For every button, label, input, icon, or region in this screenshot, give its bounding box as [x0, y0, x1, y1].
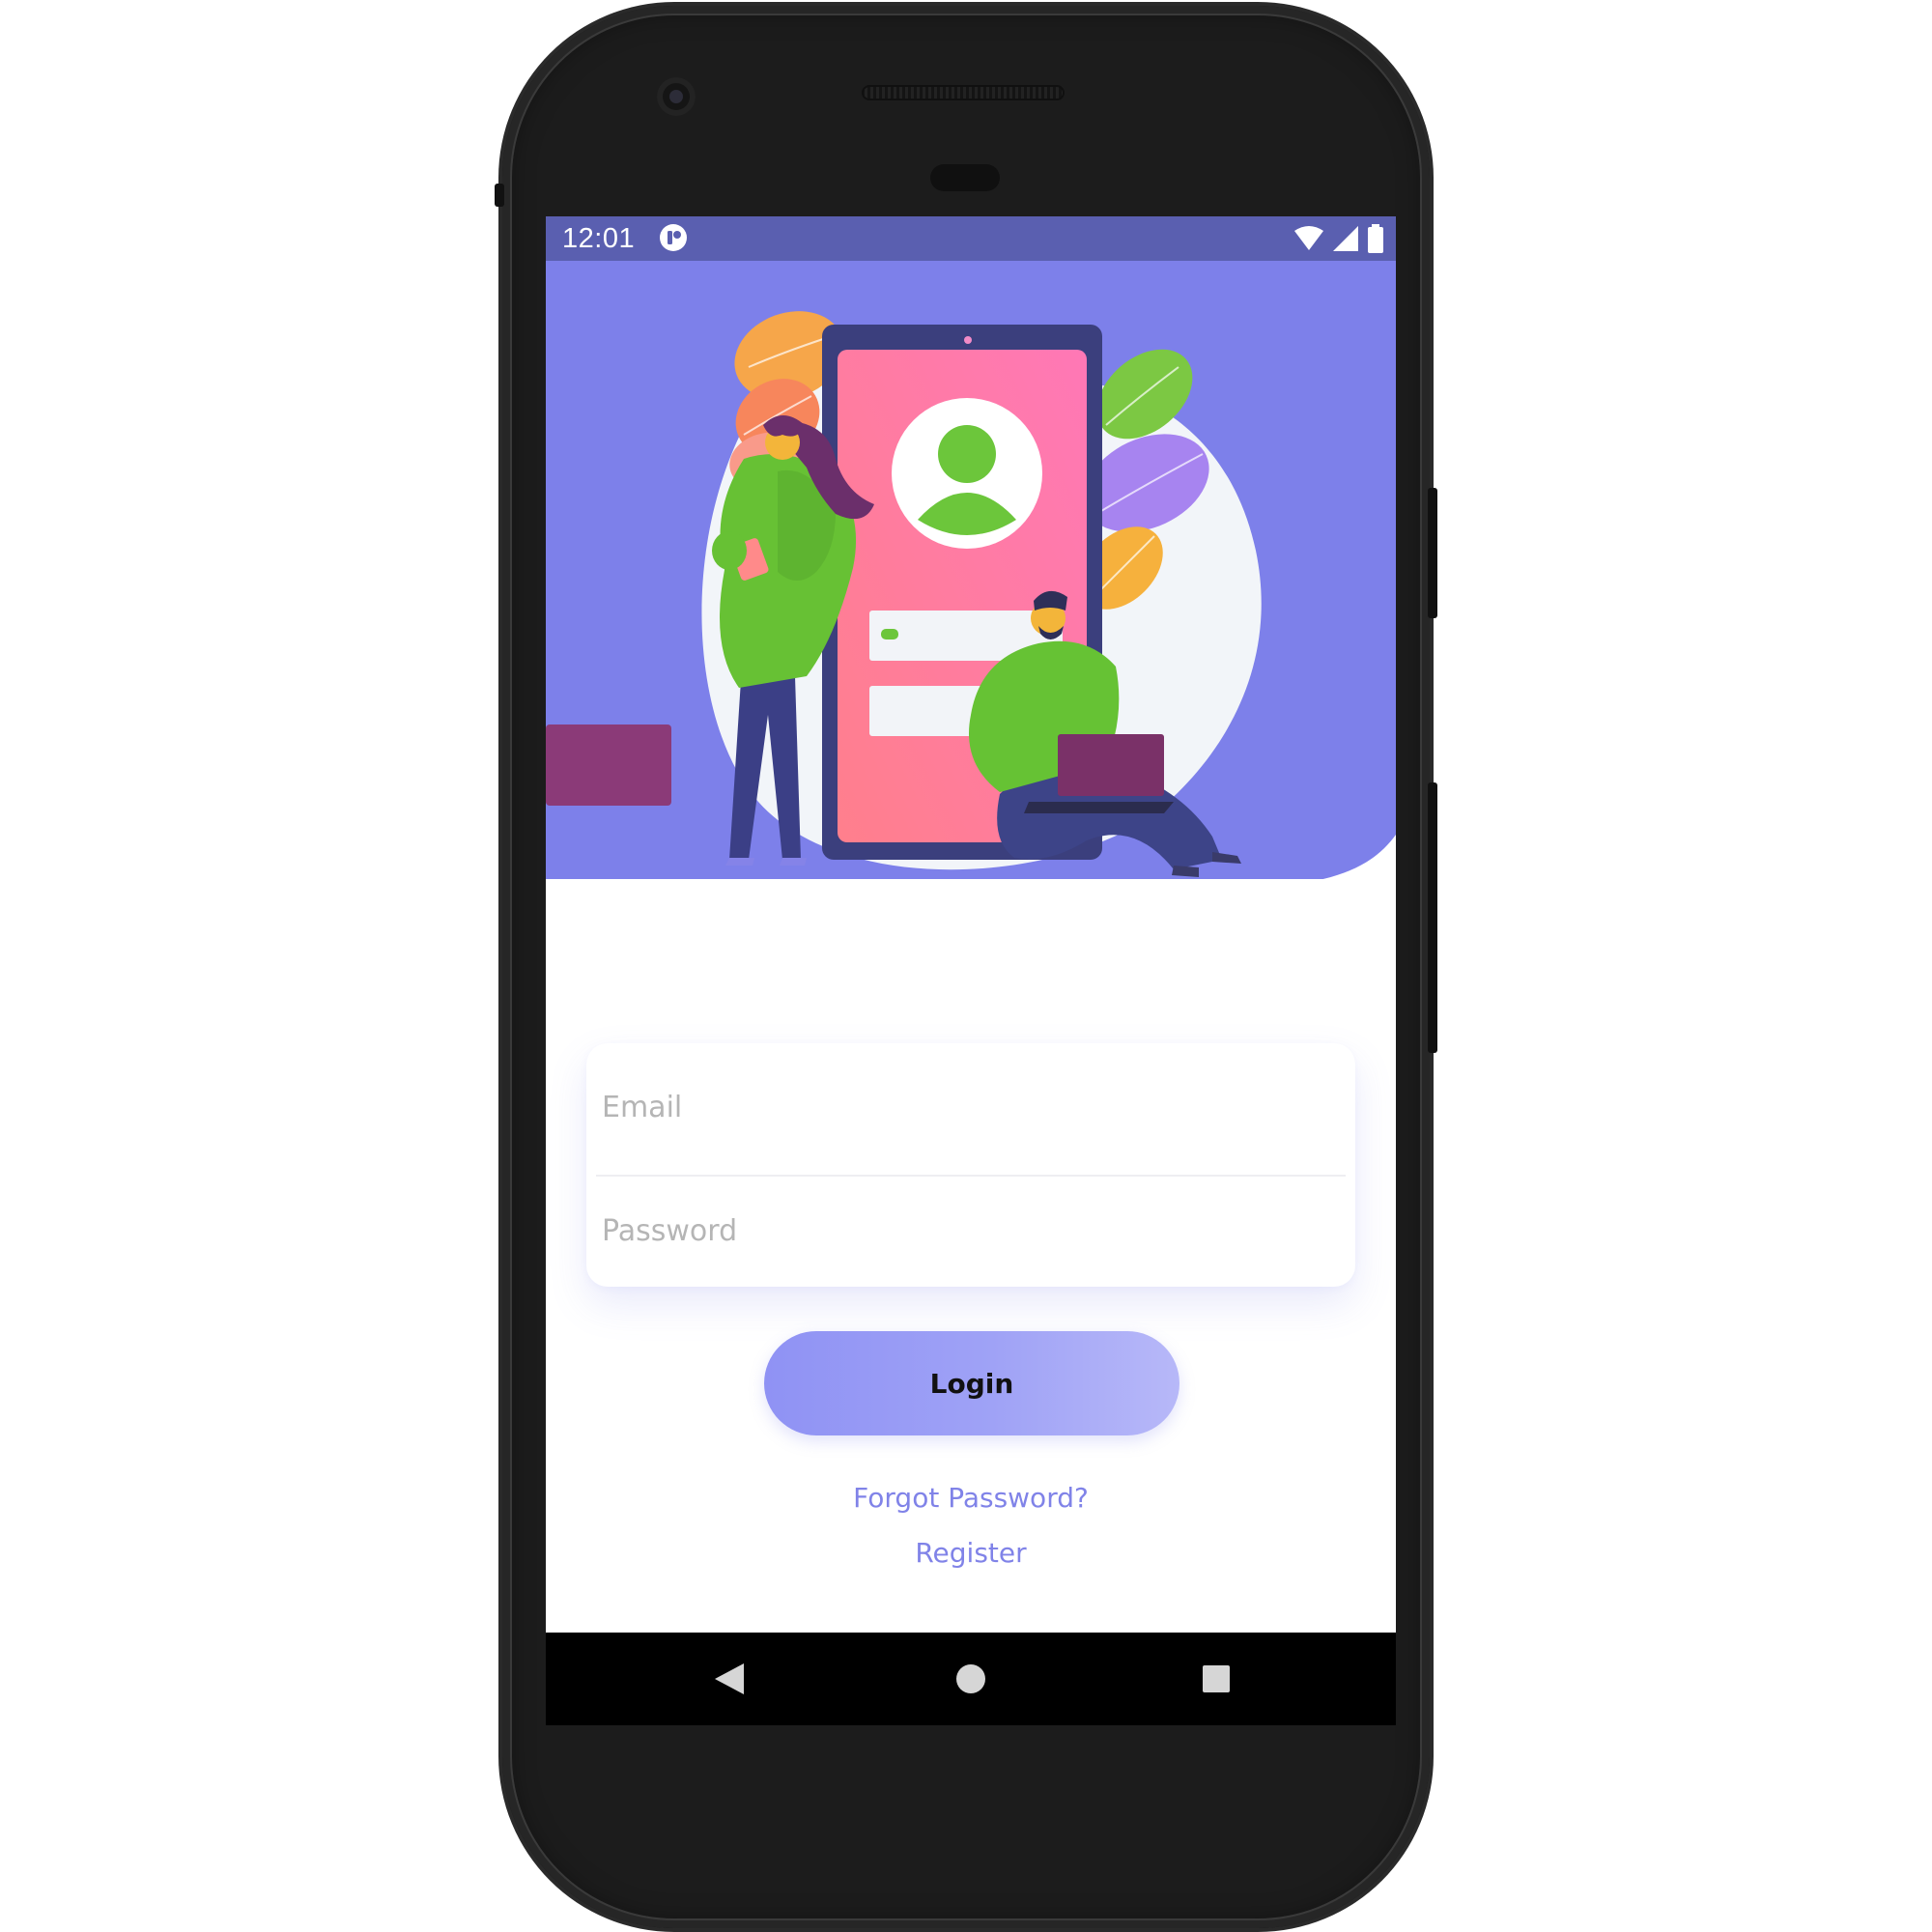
device-mockup: 12:01 Email Login Forgot Password? Regis… [0, 0, 1932, 1932]
status-bar: 12:01 [546, 216, 1396, 261]
email-field[interactable] [602, 1061, 1340, 1153]
field-divider [596, 1175, 1346, 1177]
front-camera-icon [657, 77, 696, 116]
volume-button [1428, 782, 1437, 1053]
left-side-button [495, 184, 504, 207]
recents-square-icon [1203, 1665, 1230, 1692]
register-link[interactable]: Register [546, 1537, 1396, 1569]
back-button[interactable] [671, 1633, 787, 1725]
power-button [1428, 488, 1437, 618]
chat-app-icon [660, 224, 687, 251]
battery-icon [1368, 224, 1383, 253]
login-button[interactable]: Login [764, 1331, 1179, 1435]
app-screen: 12:01 Email Login Forgot Password? Regis… [546, 216, 1396, 1725]
earpiece-speaker [862, 85, 1065, 100]
cell-signal-icon [1333, 226, 1358, 251]
status-icons [1293, 222, 1384, 255]
login-form-card [586, 1043, 1355, 1287]
hero-illustration [546, 261, 1396, 879]
recents-button[interactable] [1158, 1633, 1274, 1725]
forgot-password-link[interactable]: Forgot Password? [546, 1482, 1396, 1514]
wifi-icon [1294, 226, 1323, 250]
navigation-bar [546, 1633, 1396, 1725]
home-circle-icon [956, 1664, 985, 1693]
status-time: 12:01 [562, 223, 636, 254]
home-button[interactable] [913, 1633, 1029, 1725]
password-field[interactable] [602, 1184, 1340, 1277]
proximity-sensor [930, 164, 1000, 191]
back-triangle-icon [715, 1663, 744, 1694]
